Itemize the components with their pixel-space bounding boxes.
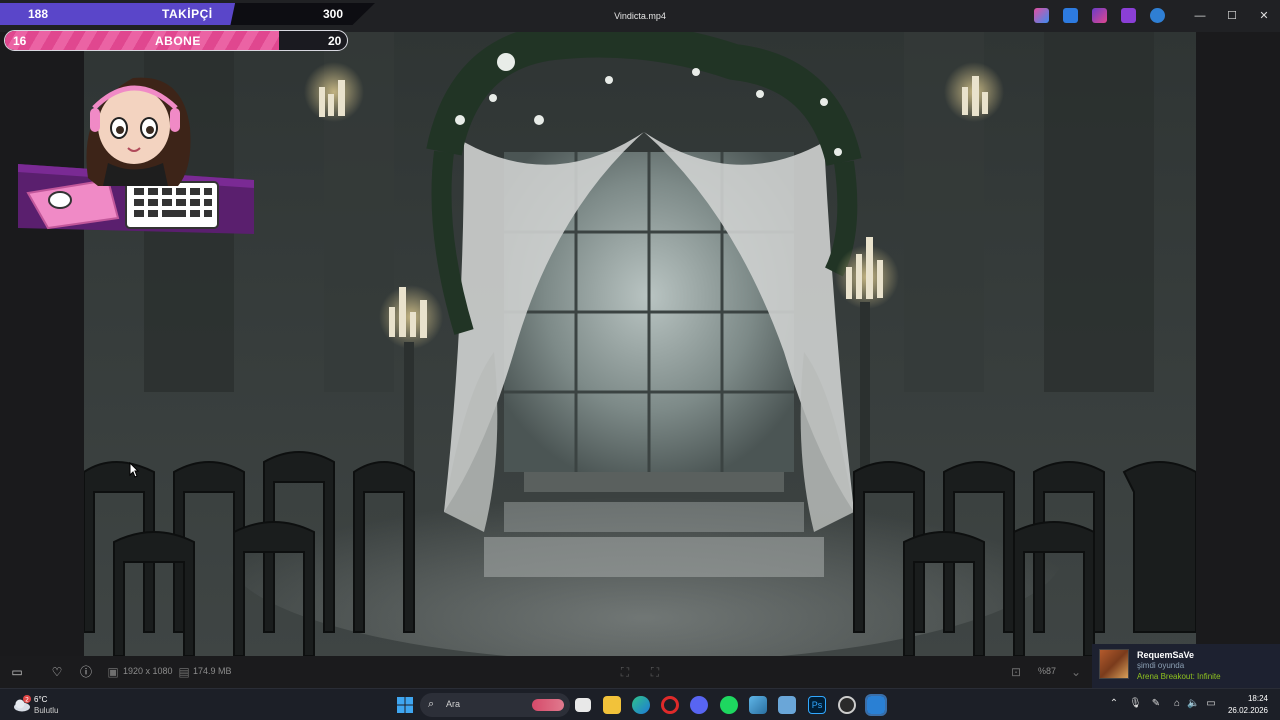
video-editor-icon[interactable] [1121, 8, 1136, 23]
obs-studio-icon[interactable] [838, 696, 856, 714]
steam-icon[interactable] [778, 696, 796, 714]
subscriber-progress-fill [5, 31, 279, 50]
game-cover-image [1099, 649, 1129, 679]
window-title: Vindicta.mp4 [614, 11, 666, 21]
game-activity-notification[interactable]: RequemSaVe şimdi oyunda Arena Breakout: … [1092, 644, 1280, 688]
minimize-button[interactable]: — [1184, 0, 1216, 32]
zoom-dropdown-chevron-icon[interactable]: ⌄ [1069, 665, 1083, 679]
zoom-level[interactable]: %87 [1038, 666, 1056, 676]
friend-name: RequemSaVe [1137, 650, 1195, 660]
info-icon[interactable]: ⓘ [79, 665, 93, 679]
search-placeholder: Ara [446, 699, 461, 709]
clipchamp-icon[interactable] [1063, 8, 1078, 23]
copilot-icon[interactable] [1034, 8, 1049, 23]
file-size-icon: ▤ [178, 665, 190, 679]
follower-goal-bar: 188 TAKİPÇİ 300 [0, 3, 375, 25]
titlebar-app-icons [1034, 8, 1165, 24]
desktop-screen: Vindicta.mp4 — ☐ ✕ 188 TAKİPÇİ 300 16 AB… [0, 0, 1280, 720]
search-icon: ⌕ [428, 698, 435, 710]
opera-browser-icon[interactable] [661, 696, 679, 714]
discord-icon[interactable] [690, 696, 708, 714]
streamer-avatar [18, 68, 254, 234]
subscriber-current-count: 16 [13, 34, 27, 48]
subscriber-goal-bar: 16 ABONE 20 [4, 30, 348, 51]
close-button[interactable]: ✕ [1248, 0, 1280, 32]
clock-time[interactable]: 18:24 [1236, 694, 1268, 703]
zoom-fit-icon[interactable]: ⊡ [1009, 665, 1023, 679]
search-highlight-icon [532, 699, 564, 711]
network-icon[interactable]: ⌂ [1171, 698, 1183, 710]
windows-taskbar: 2 6°C Bulutlu ⌕ Ara Ps ⌃ 🎙 ✎ ⌂ 🔈 ▭ 18:24… [0, 688, 1280, 720]
task-view-icon[interactable] [575, 698, 591, 712]
follower-current-count: 188 [28, 7, 49, 21]
subscriber-label: ABONE [155, 34, 201, 48]
maximize-button[interactable]: ☐ [1216, 0, 1248, 32]
photoshop-icon[interactable]: Ps [808, 696, 826, 714]
designer-icon[interactable] [1092, 8, 1107, 23]
photos-app-icon[interactable] [865, 694, 887, 716]
show-hidden-icons-chevron-icon[interactable]: ⌃ [1108, 698, 1120, 710]
weather-alert-badge: 2 [25, 697, 29, 704]
file-size: 174.9 MB [193, 666, 232, 676]
spotify-icon[interactable] [720, 696, 738, 714]
follower-label: TAKİPÇİ [162, 7, 213, 21]
edge-browser-icon[interactable] [632, 696, 650, 714]
weather-temperature: 6°C [34, 695, 48, 704]
subscriber-goal-count: 20 [328, 34, 342, 48]
app-launcher-icon[interactable] [749, 696, 767, 714]
start-windows-icon[interactable] [396, 696, 414, 714]
resolution-icon: ▣ [107, 665, 119, 679]
onedrive-icon[interactable] [1150, 8, 1165, 23]
volume-icon[interactable]: 🔈 [1187, 698, 1199, 710]
fit-screen-icon[interactable]: ⛶ [618, 665, 632, 679]
game-title: Arena Breakout: Infinite [1137, 672, 1221, 681]
friend-status: şimdi oyunda [1137, 661, 1185, 670]
video-resolution: 1920 x 1080 [123, 666, 173, 676]
taskbar-search[interactable]: ⌕ Ara [420, 693, 570, 717]
actual-size-icon[interactable]: ⛶ [648, 665, 662, 679]
weather-cloud-icon[interactable]: 2 [12, 695, 32, 713]
clock-date[interactable]: 26.02.2026 [1222, 706, 1268, 715]
pen-icon[interactable]: ✎ [1150, 698, 1162, 710]
favorite-heart-icon[interactable]: ♡ [50, 665, 64, 679]
player-toolbar: ▭ ♡ ⓘ ▣ 1920 x 1080 ▤ 174.9 MB ⛶ ⛶ ⊡ %87… [0, 656, 1280, 688]
weather-description: Bulutlu [34, 706, 59, 715]
microphone-icon[interactable]: 🎙 [1129, 698, 1142, 710]
filmstrip-icon[interactable]: ▭ [10, 665, 24, 679]
file-explorer-icon[interactable] [603, 696, 621, 714]
battery-icon[interactable]: ▭ [1205, 698, 1217, 710]
mouse-cursor [129, 461, 140, 483]
follower-goal-count: 300 [323, 7, 344, 21]
